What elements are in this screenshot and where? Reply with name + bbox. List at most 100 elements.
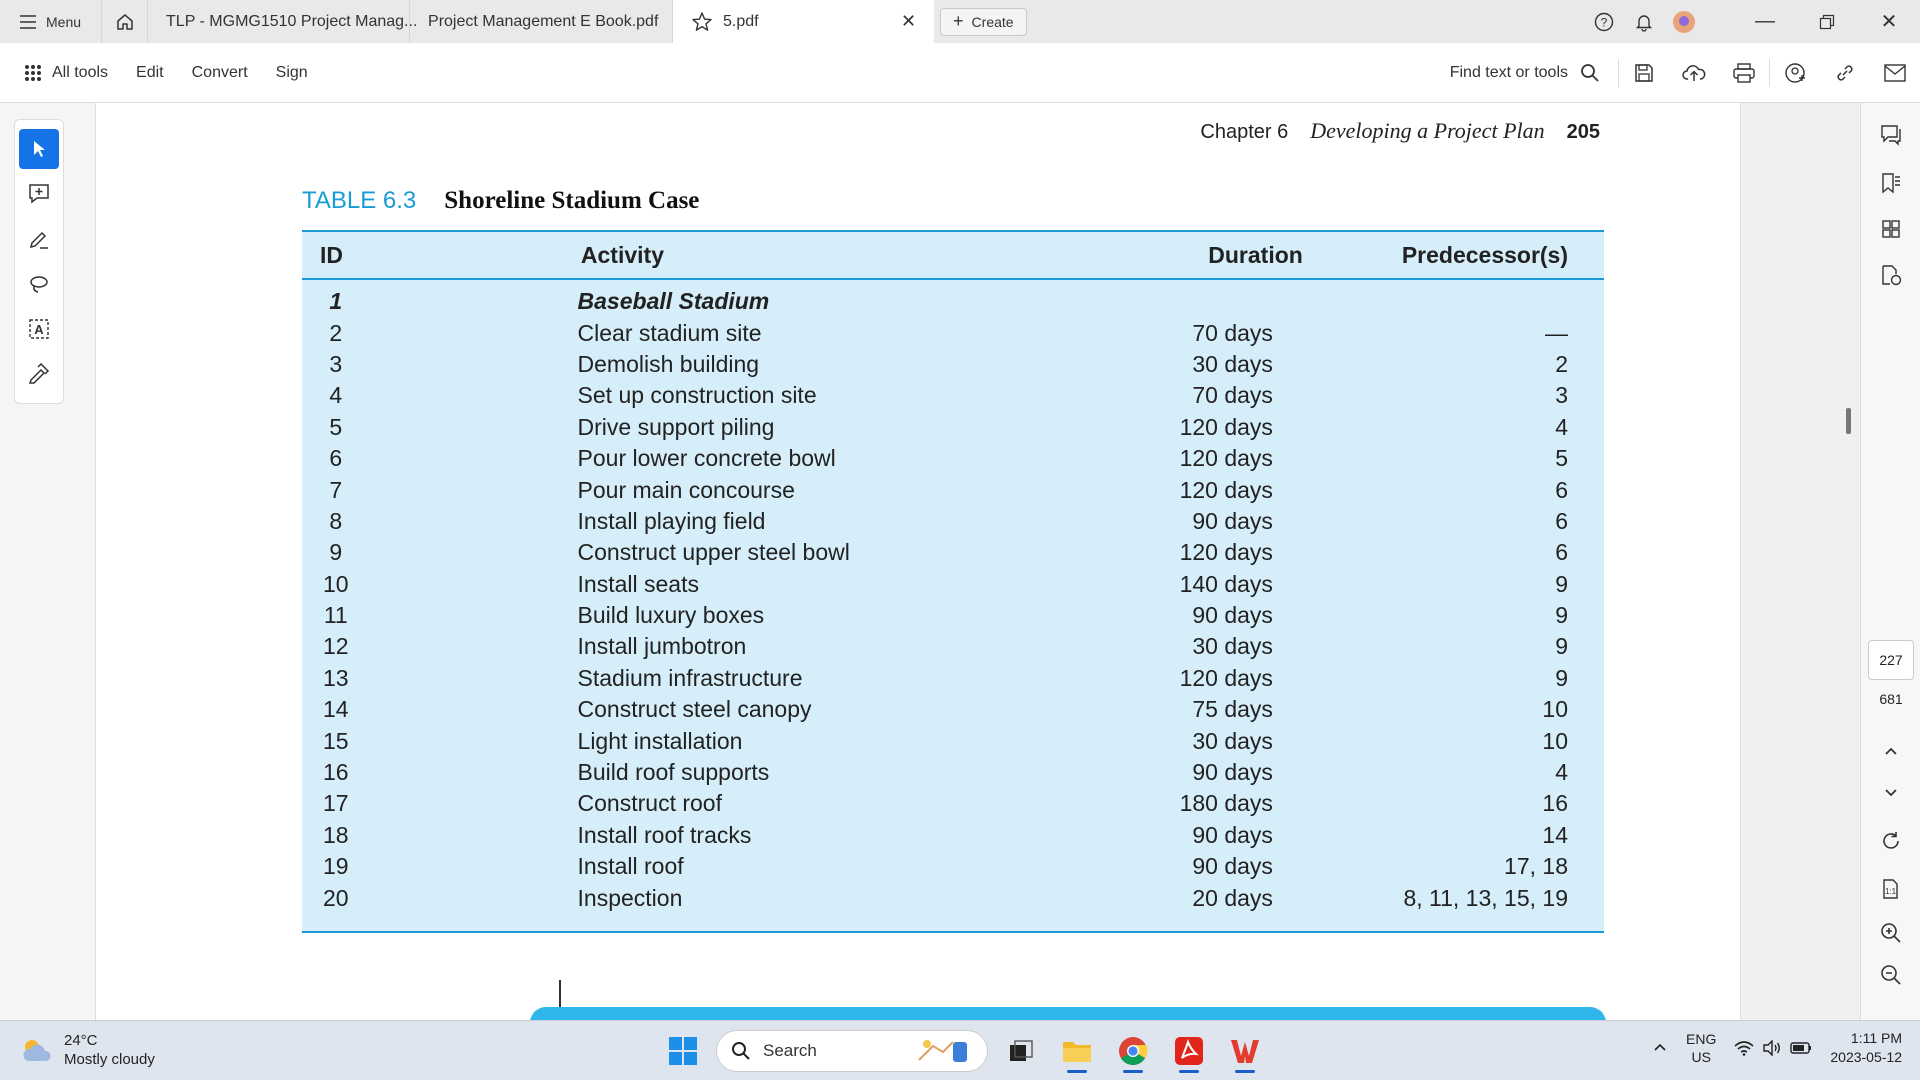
cell-activity: Construct upper steel bowl — [577, 539, 850, 566]
zoom-in-button[interactable] — [1871, 915, 1911, 951]
minimize-button[interactable]: — — [1734, 0, 1796, 43]
save-button[interactable] — [1619, 43, 1669, 103]
file-explorer-app[interactable] — [1054, 1029, 1100, 1073]
pdf-page: Chapter 6 Developing a Project Plan 20 5 … — [96, 103, 1741, 1020]
edit-menu[interactable]: Edit — [122, 64, 178, 82]
email-button[interactable] — [1870, 43, 1920, 103]
table-row: 20 Inspection 20 days 8, 11, 13, 15, 19 — [302, 882, 1604, 913]
tab-bar-right: ? — ✕ — [1584, 0, 1920, 43]
bookmarks-button[interactable] — [1871, 165, 1911, 201]
star-icon[interactable] — [691, 11, 713, 33]
create-button[interactable]: + Create — [940, 7, 1027, 36]
clock[interactable]: 1:11 PM 2023-05-12 — [1830, 1029, 1902, 1067]
next-page-button[interactable] — [1871, 775, 1911, 811]
cell-activity: Install roof — [577, 853, 684, 880]
thumbnails-button[interactable] — [1871, 211, 1911, 247]
convert-menu[interactable]: Convert — [178, 64, 262, 82]
highlight-tool[interactable] — [19, 219, 59, 259]
weather-widget[interactable]: 24°C Mostly cloudy — [20, 1031, 155, 1069]
cell-activity: Pour main concourse — [577, 476, 795, 503]
cell-activity: Build luxury boxes — [577, 602, 765, 629]
pen-highlight-icon — [29, 231, 48, 249]
table-body: 1 Baseball Stadium 2 Clear stadium site 70 d… — [302, 280, 1604, 914]
search-highlight-icon — [918, 1040, 967, 1062]
profile-button[interactable] — [1664, 0, 1704, 43]
menu-button[interactable]: Menu — [0, 0, 101, 43]
volume-icon — [1763, 1040, 1781, 1056]
table-row: 10 Install seats 140 days 9 — [302, 569, 1604, 600]
cell-id: 3 — [329, 350, 343, 377]
sign-tool[interactable] — [19, 354, 59, 394]
close-tab-icon[interactable]: ✕ — [901, 11, 916, 32]
table-row: 19 Install roof 90 days 17, 18 — [302, 851, 1604, 882]
select-tool[interactable] — [19, 129, 59, 169]
print-button[interactable] — [1719, 43, 1769, 103]
share-people-button[interactable] — [1770, 43, 1820, 103]
cell-activity: Construct roof — [577, 790, 722, 817]
right-panel-rail: 227 681 1:1 — [1860, 103, 1920, 1020]
table-row: 18 Install roof tracks 90 days 14 — [302, 820, 1604, 851]
zoom-out-button[interactable] — [1871, 957, 1911, 993]
current-page-input[interactable]: 227 — [1868, 640, 1914, 680]
link-button[interactable] — [1820, 43, 1870, 103]
rotate-button[interactable] — [1871, 823, 1911, 859]
page-display-button[interactable]: 1:1 — [1871, 871, 1911, 907]
rotate-icon — [1883, 832, 1899, 849]
chevron-down-icon — [1885, 789, 1897, 797]
cell-activity: Install playing field — [577, 507, 766, 534]
cell-id: 16 — [322, 759, 349, 786]
quick-tools: A — [14, 119, 64, 404]
chapter-title: Developing a Project Plan — [1310, 118, 1545, 143]
add-comment-tool[interactable] — [19, 174, 59, 214]
cell-activity: Build roof supports — [577, 759, 770, 786]
upload-button[interactable] — [1669, 43, 1719, 103]
tab-5pdf[interactable]: 5.pdf ✕ — [672, 0, 935, 43]
help-button[interactable]: ? — [1584, 0, 1624, 43]
taskbar-search[interactable]: Search — [716, 1030, 988, 1072]
tab-label: TLP - MGMG1510 Project Manag... — [166, 12, 418, 30]
sign-menu[interactable]: Sign — [262, 64, 322, 82]
table-row: 17 Construct roof 180 days 16 — [302, 788, 1604, 819]
restore-button[interactable] — [1796, 0, 1858, 43]
chrome-app[interactable] — [1110, 1029, 1156, 1073]
language-indicator[interactable]: ENG US — [1686, 1030, 1716, 1066]
close-window-button[interactable]: ✕ — [1858, 0, 1920, 43]
previous-page-button[interactable] — [1871, 733, 1911, 769]
draw-tool[interactable] — [19, 264, 59, 304]
table-row: 4 Set up construction site 70 days 3 — [302, 380, 1604, 411]
cell-predecessors: 4 — [1555, 413, 1568, 440]
restore-icon — [1819, 14, 1835, 29]
table-row: 1 Baseball Stadium — [302, 286, 1604, 317]
start-button[interactable] — [660, 1029, 706, 1073]
document-viewer[interactable]: Chapter 6 Developing a Project Plan 20 5 … — [96, 103, 1860, 1020]
file-lock-icon — [1882, 265, 1902, 286]
task-view-button[interactable] — [998, 1029, 1044, 1073]
attachments-button[interactable] — [1871, 257, 1911, 293]
wps-app[interactable] — [1222, 1029, 1268, 1073]
comments-icon — [1881, 125, 1901, 146]
printer-icon — [1733, 62, 1755, 83]
text-box-tool[interactable]: A — [19, 309, 59, 349]
svg-text:?: ? — [1601, 15, 1608, 29]
cell-duration: 120 days — [1179, 664, 1273, 691]
battery-icon — [1790, 1042, 1812, 1054]
comments-panel-button[interactable] — [1871, 117, 1911, 153]
all-tools-button[interactable]: All tools — [0, 64, 122, 82]
cell-predecessors: 3 — [1555, 382, 1568, 409]
cell-activity: Install roof tracks — [577, 821, 752, 848]
home-button[interactable] — [101, 0, 147, 43]
left-tool-rail: A — [0, 103, 96, 1020]
tab-ebook[interactable]: Project Management E Book.pdf — [409, 0, 672, 43]
scrollbar-thumb[interactable] — [1846, 408, 1851, 434]
bookmark-icon — [1882, 173, 1900, 194]
acrobat-app[interactable] — [1166, 1029, 1212, 1073]
cell-activity: Construct steel canopy — [577, 696, 812, 723]
quick-settings-button[interactable] — [1734, 1040, 1812, 1056]
hamburger-icon — [20, 14, 36, 29]
tab-project-manag[interactable]: TLP - MGMG1510 Project Manag... — [147, 0, 417, 43]
find-text-or-tools[interactable]: Find text or tools — [1450, 58, 1619, 87]
link-icon — [1837, 64, 1853, 81]
col-header-predecessors: Predecessor(s) — [1401, 241, 1569, 268]
notifications-button[interactable] — [1624, 0, 1664, 43]
show-hidden-icons-button[interactable] — [1652, 1040, 1668, 1056]
